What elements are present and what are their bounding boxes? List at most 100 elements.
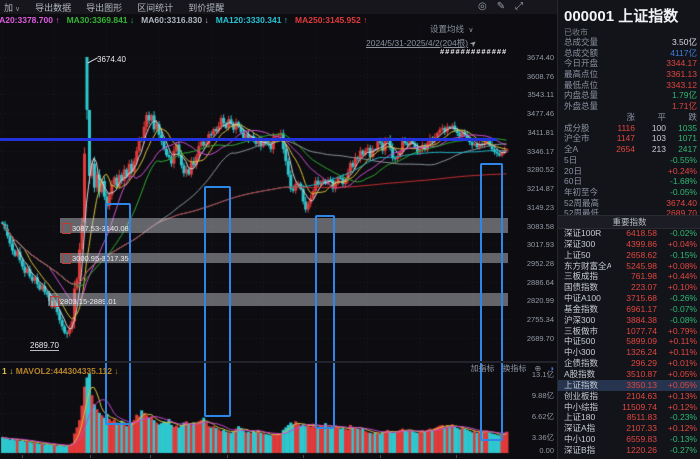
adv-down-count: 1035 <box>678 122 697 133</box>
index-change: -0.07% <box>670 303 697 314</box>
adv-row: 全A 2654 213 2417 <box>564 144 697 155</box>
symbol-title: 000001 上证指数 <box>564 8 679 25</box>
chart-toolbar-icons: ◎ ✎ ⤢ <box>478 1 523 12</box>
drawn-rectangle-0[interactable] <box>105 203 131 425</box>
band-anchor-box <box>62 253 71 264</box>
index-change: +0.79% <box>667 325 697 336</box>
menu-item-0[interactable]: 加 ∨ <box>4 1 20 14</box>
mavol1-fragment: 1 ↓ <box>2 366 14 376</box>
index-change: -0.08% <box>670 314 697 325</box>
index-name: 沪深300 <box>564 314 596 325</box>
index-row[interactable]: 中小300 1326.24 +0.11% <box>558 347 700 358</box>
pencil-icon[interactable]: ✎ <box>497 1 505 12</box>
drawn-rectangle-3[interactable] <box>480 163 503 441</box>
index-value: 761.98 <box>631 271 657 282</box>
index-row[interactable]: 基金指数 6961.17 -0.07% <box>558 304 700 315</box>
adv-flat-count: 103 <box>651 133 666 144</box>
menubar: 加 ∨ 导出数据 导出图形 区间统计 到价提醒 <box>0 0 561 14</box>
index-row[interactable]: 深证B指 1220.26 -0.27% <box>558 445 700 456</box>
hash-marks: ############# <box>440 47 508 56</box>
info-value: 4117亿 <box>670 47 697 58</box>
indicator-action-0[interactable]: 加指标 <box>470 363 494 374</box>
date-axis-tick <box>380 455 381 458</box>
info-label: 最高点位 <box>564 69 599 80</box>
index-name: 东方财富全A <box>564 260 611 271</box>
adv-flat-count: 100 <box>651 122 666 133</box>
index-row[interactable]: 三板做市 1077.74 +0.79% <box>558 326 700 337</box>
drawn-rectangle-2[interactable] <box>315 215 335 429</box>
info-row: 外盘总量 1.71亿 <box>564 101 697 112</box>
index-change: +0.01% <box>667 358 697 369</box>
index-change: -0.13% <box>670 434 697 445</box>
ma-label-1: MA30:3369.841 ↓ <box>66 15 135 25</box>
index-name: 中小300 <box>564 347 596 358</box>
menu-item-3[interactable]: 区间统计 <box>137 1 173 14</box>
index-row[interactable]: 企债指数 296.29 +0.01% <box>558 358 700 369</box>
index-change: +0.11% <box>668 336 697 347</box>
info-label: 外盘总量 <box>564 101 599 112</box>
indicator-action-1[interactable]: 换指标 <box>502 363 526 374</box>
adv-down-count: 1071 <box>678 133 697 144</box>
index-row[interactable]: 中小综指 11509.74 +0.12% <box>558 402 700 413</box>
index-row[interactable]: 深证A指 2107.33 +0.12% <box>558 423 700 434</box>
adv-label: 全A <box>564 144 579 155</box>
index-row[interactable]: 上证指数 3350.13 +0.05% <box>558 379 700 391</box>
index-name: 上证180 <box>564 412 596 423</box>
ma-label-3: MA120:3330.341 ↑ <box>215 15 289 25</box>
index-change: +0.04% <box>667 238 697 249</box>
price-tick: 3411.81 <box>527 127 554 137</box>
index-row[interactable]: 沪深300 3884.38 -0.08% <box>558 315 700 326</box>
date-axis-tick <box>456 455 457 458</box>
menu-items: 加 ∨ 导出数据 导出图形 区间统计 到价提醒 <box>4 1 224 14</box>
index-name: 创业板指 <box>564 390 599 401</box>
trading-app: 加∨导出数据导出图形区间统计到价提醒 ◎✎⤢ MA20:3378.700 ↑MA… <box>0 0 700 459</box>
index-value: 1077.74 <box>626 325 657 336</box>
volume-ma-label: 1 ↓ MAVOL2:444304335.112 ↓ <box>2 366 119 376</box>
index-row[interactable]: 深证100R 6418.58 -0.02% <box>558 228 700 239</box>
index-row[interactable]: 中证500 5899.09 +0.11% <box>558 336 700 347</box>
index-name: 三板成指 <box>564 271 599 282</box>
index-row[interactable]: 国债指数 223.07 +0.10% <box>558 282 700 293</box>
menu-item-2[interactable]: 导出图形 <box>86 1 122 14</box>
toggle-indicator-icon[interactable]: ◑ <box>549 364 554 373</box>
date-axis-tick <box>227 455 228 458</box>
info-value: 1.71亿 <box>671 101 697 112</box>
index-change: -0.15% <box>670 249 697 260</box>
index-row[interactable]: 上证180 8511.83 -0.23% <box>558 412 700 423</box>
info-row: 今日开盘 3344.17 <box>564 58 697 69</box>
adv-header: 涨 <box>626 112 635 122</box>
index-row[interactable]: 上证50 2658.62 -0.15% <box>558 250 700 261</box>
index-value: 6961.17 <box>626 303 657 314</box>
info-row: 最低点位 3343.12 <box>564 80 697 91</box>
fullscreen-icon[interactable]: ⤢ <box>515 1 523 12</box>
period-row: 52周最高 3674.40 <box>564 198 697 209</box>
index-row[interactable]: 深证300 4399.86 +0.04% <box>558 239 700 250</box>
adv-row: 成分股 1116 100 1035 <box>564 123 697 134</box>
index-name: 基金指数 <box>564 303 599 314</box>
ma-settings-button[interactable]: 设置均线 ∨ <box>430 23 474 35</box>
price-tick: 3608.76 <box>526 71 554 81</box>
menu-item-1[interactable]: 导出数据 <box>35 1 71 14</box>
settings-indicator-icon[interactable]: ⊕ <box>534 364 541 373</box>
index-name: 深证B指 <box>564 444 596 455</box>
menu-item-4[interactable]: 到价提醒 <box>188 1 224 14</box>
index-row[interactable]: 创业板指 2104.63 +0.13% <box>558 391 700 402</box>
index-row[interactable]: 三板成指 761.98 +0.44% <box>558 271 700 282</box>
adv-down-count: 2417 <box>678 144 697 155</box>
price-tick: 2952.28 <box>526 259 554 269</box>
index-value: 296.29 <box>631 358 657 369</box>
index-row[interactable]: 中证A100 3715.68 -0.26% <box>558 293 700 304</box>
price-tick: 3346.17 <box>526 146 554 156</box>
index-change: +0.13% <box>667 390 697 401</box>
index-name: 上证指数 <box>564 379 599 390</box>
target-icon[interactable]: ◎ <box>478 1 487 12</box>
index-row[interactable]: A股指数 3510.87 +0.05% <box>558 369 700 380</box>
drawn-rectangle-1[interactable] <box>204 186 231 417</box>
index-row[interactable]: 中小100 6559.83 -0.13% <box>558 434 700 445</box>
price-tick: 3214.87 <box>526 184 554 194</box>
index-row[interactable]: 东方财富全A 5245.98 +0.08% <box>558 261 700 272</box>
period-row: 年初至今 -0.05% <box>564 187 697 198</box>
drawn-horizontal-line[interactable] <box>0 138 497 141</box>
index-value: 1220.26 <box>626 444 657 455</box>
price-tick: 3543.11 <box>527 90 554 100</box>
